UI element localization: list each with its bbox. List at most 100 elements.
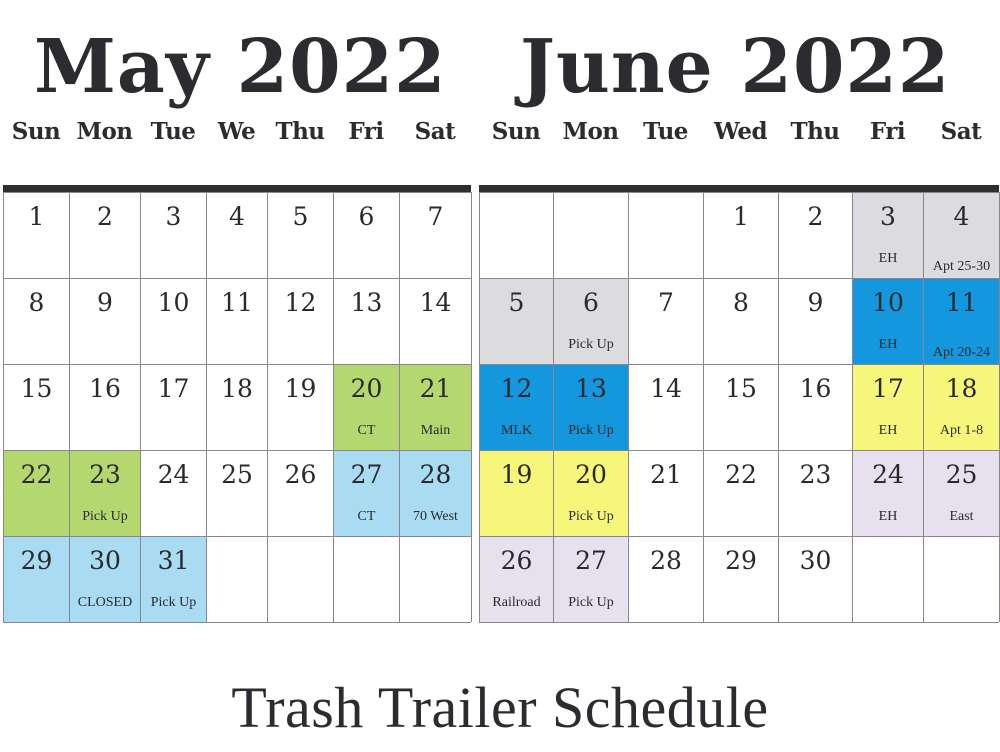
day-note: CLOSED	[77, 595, 133, 610]
day-number: 2	[97, 202, 113, 231]
day-number: 26	[500, 546, 533, 575]
day-number: 27	[575, 546, 607, 575]
day-number: 11	[221, 288, 253, 317]
empty-day-cell	[334, 536, 400, 622]
day-note: Pick Up	[568, 423, 614, 438]
weekday-label: Fri	[869, 118, 906, 145]
day-cell: 13 Pick Up	[554, 364, 629, 450]
day-cell: 4	[207, 192, 268, 278]
day-cell: 10 EH	[853, 278, 924, 364]
day-number: 7	[658, 288, 674, 317]
day-cell: 22	[4, 450, 70, 536]
day-number: 24	[872, 460, 904, 489]
day-note: MLK	[500, 423, 533, 438]
day-note: 70 West	[413, 509, 458, 524]
day-number: 17	[157, 374, 190, 403]
day-cell: 29	[4, 536, 70, 622]
day-number: 13	[350, 288, 383, 317]
empty-day-cell	[207, 536, 268, 622]
day-cell: 23 Pick Up	[70, 450, 141, 536]
day-cell: 31 Pick Up	[141, 536, 207, 622]
day-cell: 20 Pick Up	[554, 450, 629, 536]
may-calendar: 1 2 3 4 5 6 7 8 9 10 11 12 13 14 15 16 17 18 19 20 CT 21 Main 2…	[3, 185, 472, 623]
day-number: 1	[733, 202, 749, 231]
day-note: Main	[420, 423, 451, 438]
day-note: Pick Up	[568, 509, 614, 524]
day-cell: 18 Apt 1-8	[924, 364, 1000, 450]
day-number: 7	[427, 202, 444, 231]
day-cell: 11 Apt 20-24	[924, 278, 1000, 364]
day-number: 28	[419, 460, 452, 489]
weekday-label: We	[217, 118, 256, 145]
day-cell: 12 MLK	[480, 364, 554, 450]
day-number: 20	[575, 460, 607, 489]
day-cell: 17	[141, 364, 207, 450]
weekday-label: Sun	[11, 118, 61, 145]
day-number: 22	[20, 460, 53, 489]
day-cell: 19	[480, 450, 554, 536]
june-calendar: 1 2 3 EH 4 Apt 25-30 5 6 Pick Up 7 8 9 10 EH 11 Apt 20-…	[479, 185, 1000, 623]
day-cell: 1	[704, 192, 779, 278]
day-number: 1	[28, 202, 45, 231]
day-note: EH	[878, 509, 898, 524]
day-cell: 21	[629, 450, 704, 536]
day-note: EH	[878, 337, 898, 352]
day-number: 28	[650, 546, 682, 575]
day-cell: 5	[480, 278, 554, 364]
may-calendar-grid: 1 2 3 4 5 6 7 8 9 10 11 12 13 14 15 16 17 18 19 20 CT 21 Main 2…	[3, 192, 472, 623]
day-number: 3	[880, 202, 896, 231]
day-number: 23	[799, 460, 832, 489]
day-cell: 16	[70, 364, 141, 450]
day-cell: 21 Main	[400, 364, 472, 450]
day-number: 23	[89, 460, 121, 489]
day-cell: 7	[400, 192, 472, 278]
weekday-label: Tue	[150, 118, 196, 145]
day-number: 12	[284, 288, 317, 317]
day-cell: 25	[207, 450, 268, 536]
day-cell: 3 EH	[853, 192, 924, 278]
day-cell: 11	[207, 278, 268, 364]
day-note: Apt 1-8	[939, 423, 984, 438]
weekday-label: Thu	[275, 118, 325, 145]
day-cell: 14	[629, 364, 704, 450]
empty-day-cell	[629, 192, 704, 278]
weekday-label: Fri	[348, 118, 384, 145]
day-number: 8	[28, 288, 45, 317]
day-cell: 7	[629, 278, 704, 364]
day-number: 26	[284, 460, 317, 489]
day-cell: 29	[704, 536, 779, 622]
day-number: 25	[221, 460, 253, 489]
day-cell: 15	[704, 364, 779, 450]
day-note: Apt 25-30	[932, 259, 991, 274]
june-calendar-grid: 1 2 3 EH 4 Apt 25-30 5 6 Pick Up 7 8 9 10 EH 11 Apt 20-…	[479, 192, 1000, 623]
empty-day-cell	[480, 192, 554, 278]
day-note: Apt 20-24	[932, 345, 991, 360]
day-cell: 20 CT	[334, 364, 400, 450]
day-note: Pick Up	[150, 595, 197, 610]
day-number: 11	[945, 288, 978, 317]
day-cell: 24 EH	[853, 450, 924, 536]
day-cell: 4 Apt 25-30	[924, 192, 1000, 278]
day-cell: 27 CT	[334, 450, 400, 536]
day-cell: 18	[207, 364, 268, 450]
day-cell: 6	[334, 192, 400, 278]
day-number: 27	[350, 460, 383, 489]
day-cell: 24	[141, 450, 207, 536]
day-number: 19	[500, 460, 533, 489]
day-number: 4	[953, 202, 970, 231]
june-weekday-header: Sun Mon Tue Wed Thu Fri Sat	[479, 118, 999, 152]
day-note: Pick Up	[568, 337, 614, 352]
may-weekday-header: Sun Mon Tue We Thu Fri Sat	[3, 118, 471, 152]
day-number: 16	[799, 374, 832, 403]
day-cell: 14	[400, 278, 472, 364]
day-cell: 25 East	[924, 450, 1000, 536]
day-cell: 9	[779, 278, 853, 364]
day-cell: 30 CLOSED	[70, 536, 141, 622]
day-cell: 5	[268, 192, 334, 278]
weekday-label: Tue	[643, 118, 688, 145]
day-note: CT	[357, 509, 376, 524]
day-number: 15	[725, 374, 757, 403]
day-number: 14	[419, 288, 452, 317]
empty-day-cell	[400, 536, 472, 622]
day-cell: 17 EH	[853, 364, 924, 450]
